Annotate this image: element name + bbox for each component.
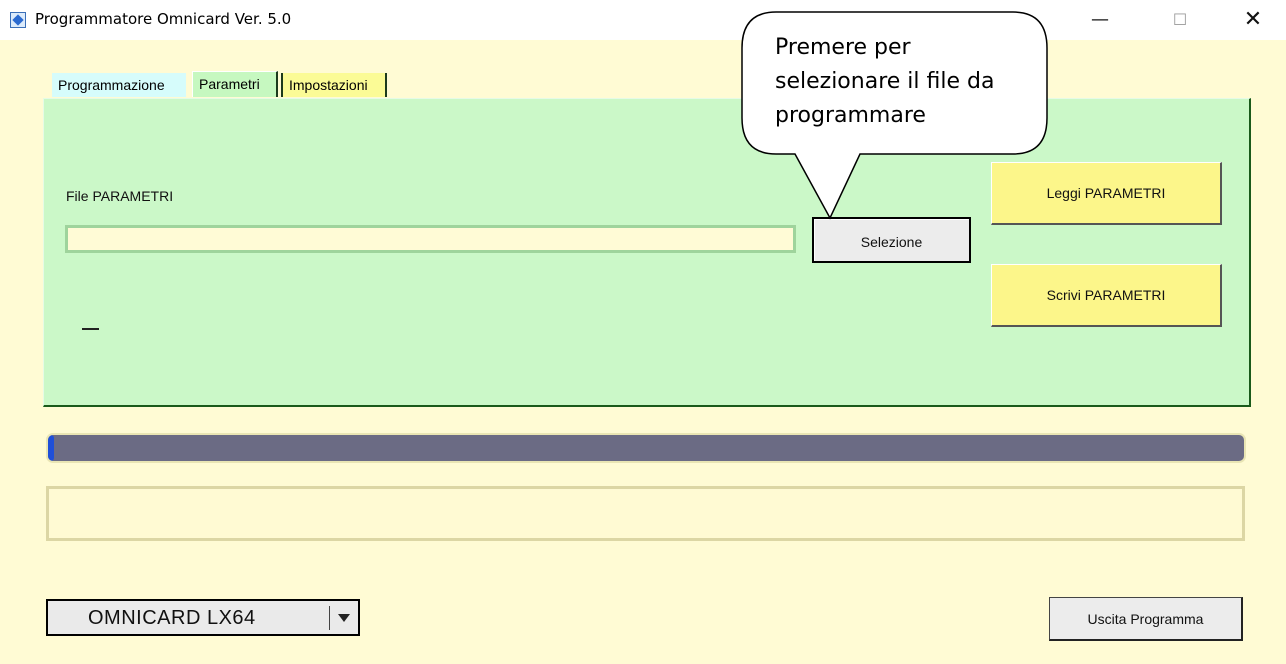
window-title: Programmatore Omnicard Ver. 5.0 — [35, 10, 292, 28]
combo-divider — [329, 606, 330, 630]
tab-parametri[interactable]: Parametri — [192, 71, 278, 97]
file-path-field[interactable] — [65, 225, 796, 253]
callout-line: Premere per — [775, 35, 911, 60]
progress-bar — [46, 433, 1246, 463]
callout-line: programmare — [775, 103, 926, 128]
uscita-programma-button[interactable]: Uscita Programma — [1049, 597, 1243, 641]
callout-text: Premere per selezionare il file da progr… — [775, 31, 1035, 133]
title-bar: Programmatore Omnicard Ver. 5.0 — ☐ ✕ — [0, 0, 1286, 40]
progress-fill — [48, 435, 54, 461]
scrivi-parametri-button[interactable]: Scrivi PARAMETRI — [991, 264, 1222, 327]
chevron-down-icon[interactable] — [336, 609, 352, 627]
close-icon[interactable]: ✕ — [1238, 8, 1268, 32]
minimize-icon[interactable]: — — [1085, 8, 1115, 32]
status-message-box — [46, 486, 1245, 541]
device-select-value: OMNICARD LX64 — [88, 607, 256, 629]
status-indicator — [82, 328, 99, 330]
app-icon — [10, 12, 26, 28]
maximize-icon[interactable]: ☐ — [1165, 8, 1195, 32]
tab-impostazioni[interactable]: Impostazioni — [281, 73, 387, 97]
file-parametri-label: File PARAMETRI — [66, 188, 174, 204]
device-select[interactable]: OMNICARD LX64 — [46, 599, 360, 636]
selezione-button[interactable]: Selezione — [812, 217, 971, 263]
callout-line: selezionare il file da — [775, 69, 995, 94]
tab-programmazione[interactable]: Programmazione — [52, 73, 186, 97]
